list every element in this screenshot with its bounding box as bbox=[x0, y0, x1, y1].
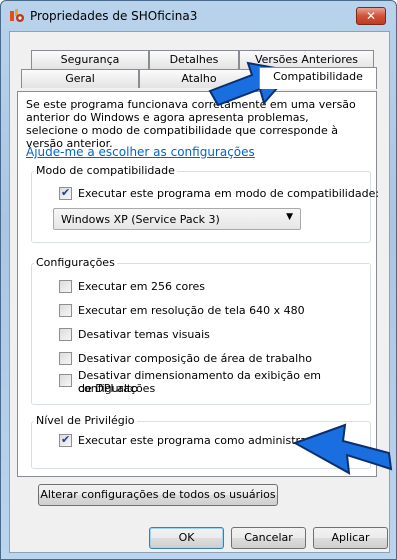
os-version-select[interactable]: Windows XP (Service Pack 3) ▼ bbox=[53, 208, 301, 230]
tab-label: Segurança bbox=[60, 53, 120, 66]
option-640x480-checkbox[interactable] bbox=[59, 304, 72, 317]
option-desktop-composition-checkbox[interactable] bbox=[59, 352, 72, 365]
run-as-admin-label: Executar este programa como administrado… bbox=[78, 434, 326, 447]
close-icon: ✕ bbox=[365, 9, 377, 23]
tab-label: Compatibilidade bbox=[273, 70, 363, 83]
tab-geral[interactable]: Geral bbox=[21, 69, 139, 88]
ok-button[interactable]: OK bbox=[149, 527, 224, 549]
compat-mode-label: Modo de compatibilidade bbox=[34, 164, 177, 177]
change-all-users-button[interactable]: Alterar configurações de todos os usuári… bbox=[38, 484, 278, 506]
tab-seguranca[interactable]: Segurança bbox=[31, 50, 149, 69]
compat-mode-checkbox-label: Executar este programa em modo de compat… bbox=[78, 187, 380, 200]
ok-label: OK bbox=[178, 531, 195, 544]
option-dpi-scaling-label-line2: de DPI alto bbox=[78, 382, 138, 395]
privilege-label: Nível de Privilégio bbox=[34, 414, 137, 427]
change-all-users-label: Alterar configurações de todos os usuári… bbox=[40, 488, 276, 501]
apply-button[interactable]: Aplicar bbox=[313, 527, 388, 549]
app-icon bbox=[10, 9, 24, 22]
chevron-down-icon: ▼ bbox=[286, 212, 293, 222]
option-visual-themes-label: Desativar temas visuais bbox=[78, 328, 210, 341]
option-visual-themes-checkbox[interactable] bbox=[59, 328, 72, 341]
option-640x480-label: Executar em resolução de tela 640 x 480 bbox=[78, 304, 305, 317]
cancel-button[interactable]: Cancelar bbox=[231, 527, 306, 549]
compat-mode-group bbox=[31, 171, 371, 243]
help-link[interactable]: Ajude-me a escolher as configurações bbox=[26, 145, 255, 159]
title-bar[interactable]: Propriedades de SHOficina3 ✕ bbox=[1, 1, 396, 31]
close-button[interactable]: ✕ bbox=[356, 7, 386, 25]
apply-label: Aplicar bbox=[331, 531, 370, 544]
option-desktop-composition-label: Desativar composição de área de trabalho bbox=[78, 352, 312, 365]
option-256-colors-label: Executar em 256 cores bbox=[78, 280, 206, 293]
tab-label: Geral bbox=[65, 72, 95, 85]
cancel-label: Cancelar bbox=[244, 531, 293, 544]
run-as-admin-checkbox[interactable] bbox=[59, 433, 72, 447]
option-256-colors-checkbox[interactable] bbox=[59, 280, 72, 293]
tab-compatibilidade[interactable]: Compatibilidade bbox=[259, 67, 377, 89]
properties-dialog: Propriedades de SHOficina3 ✕ Segurança D… bbox=[0, 0, 397, 560]
window-title: Propriedades de SHOficina3 bbox=[30, 9, 198, 23]
os-version-value: Windows XP (Service Pack 3) bbox=[61, 213, 220, 226]
option-dpi-scaling-checkbox[interactable] bbox=[59, 374, 72, 387]
pointer-arrow-icon bbox=[292, 423, 393, 475]
compat-mode-checkbox[interactable] bbox=[59, 186, 72, 200]
settings-label: Configurações bbox=[34, 256, 117, 269]
description-text: Se este programa funcionava corretamente… bbox=[26, 98, 356, 150]
